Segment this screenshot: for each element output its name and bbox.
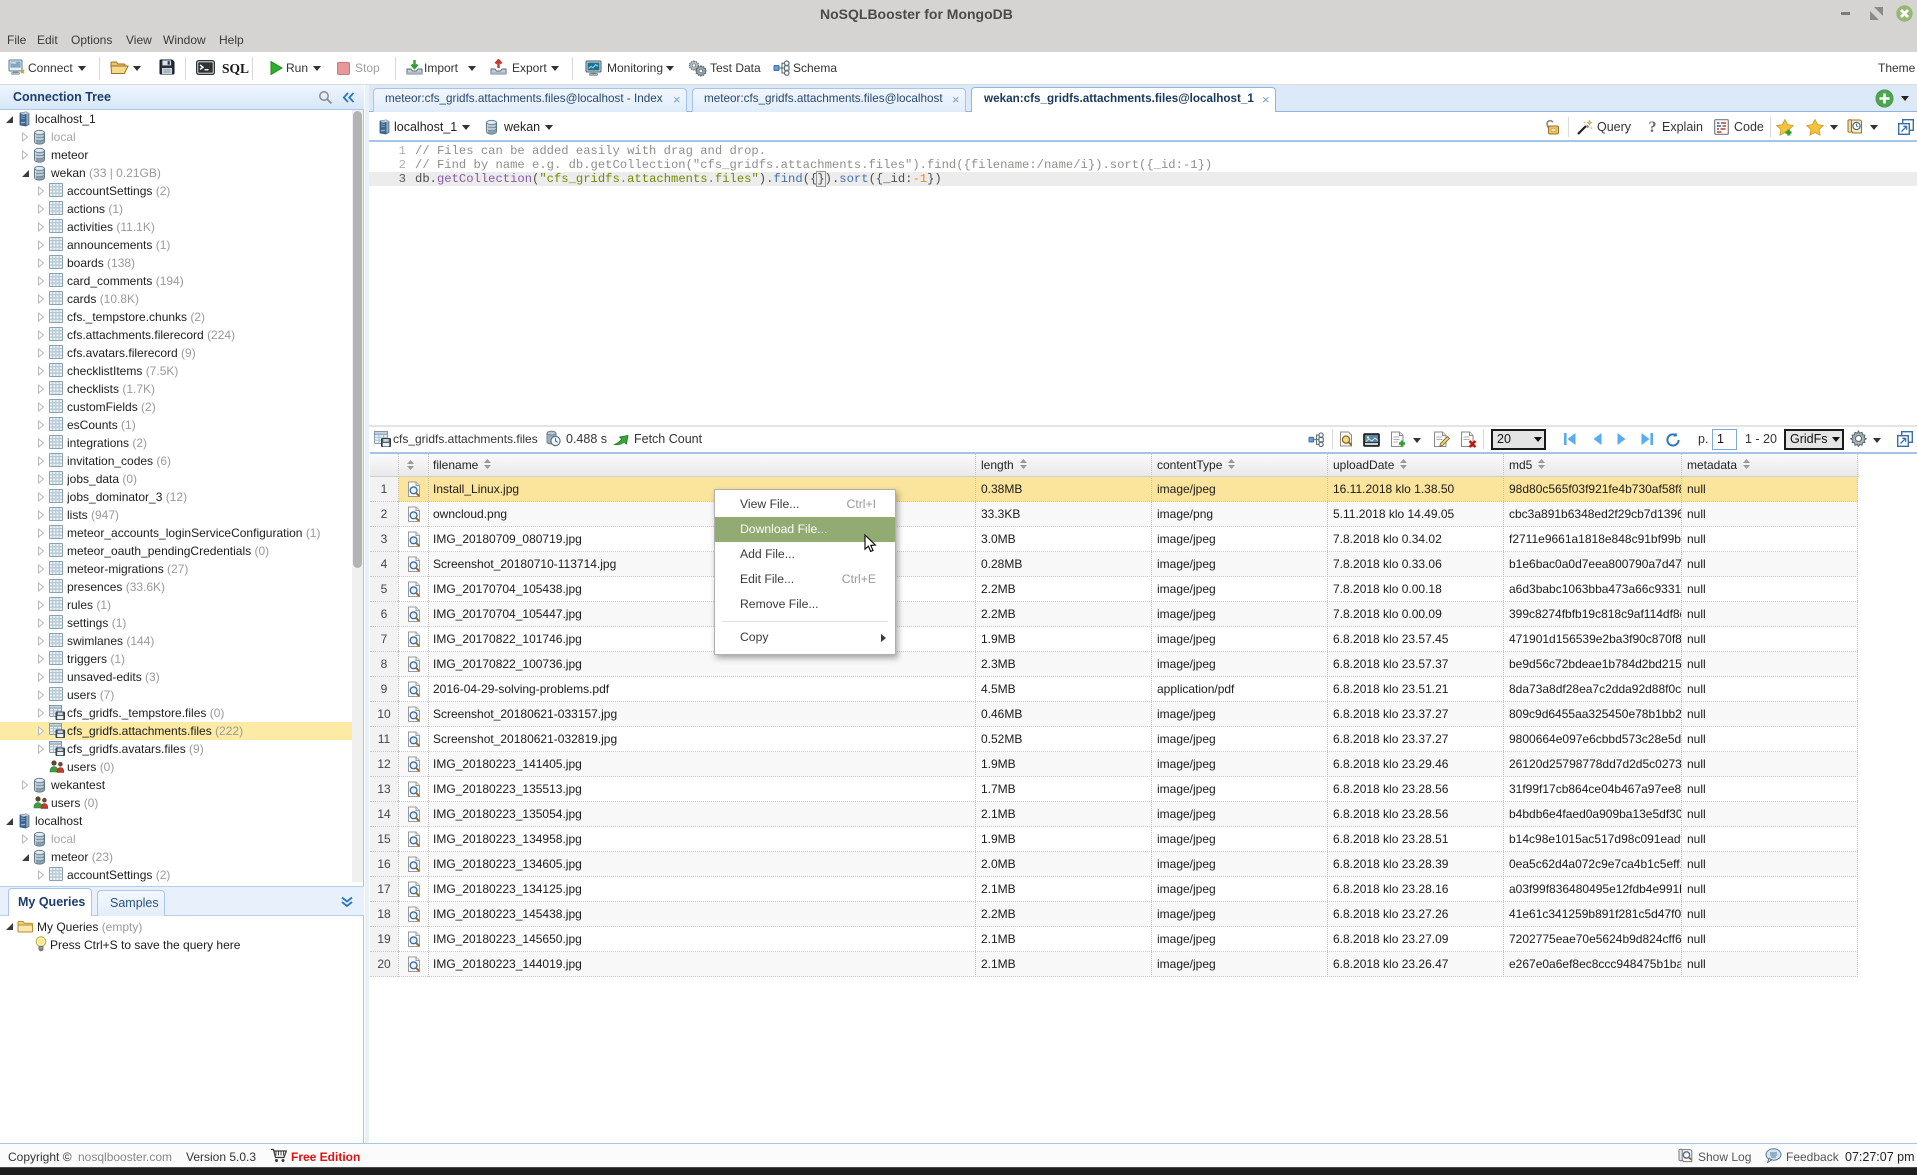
svg-text:?: ? — [1649, 119, 1657, 135]
svg-text:SQL: SQL — [222, 61, 249, 75]
